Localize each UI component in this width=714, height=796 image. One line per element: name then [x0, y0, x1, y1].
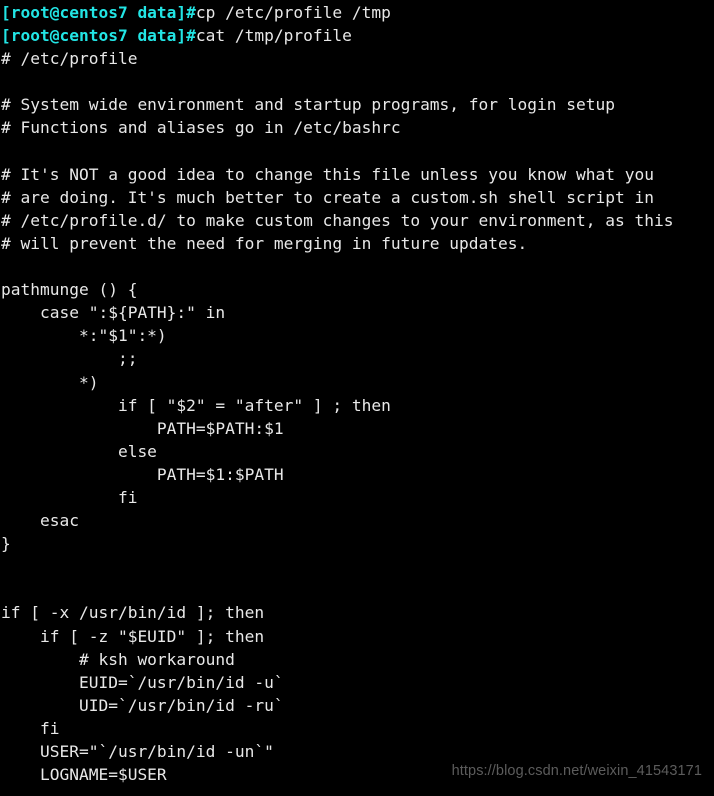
terminal-output-line: EUID=`/usr/bin/id -u`	[1, 672, 284, 692]
terminal-window[interactable]: [root@centos7 data]#cp /etc/profile /tmp…	[0, 0, 714, 796]
terminal-output-line: # ksh workaround	[1, 649, 235, 669]
terminal-output-line: # are doing. It's much better to create …	[1, 187, 654, 207]
terminal-output-line: }	[1, 534, 11, 554]
terminal-output-line: fi	[1, 718, 60, 738]
watermark-url: https://blog.csdn.net/weixin_41543171	[451, 763, 702, 779]
terminal-command-line: [root@centos7 data]#cat /tmp/profile	[0, 24, 714, 47]
terminal-output-line: USER="`/usr/bin/id -un`"	[1, 742, 274, 761]
terminal-output-line: UID=`/usr/bin/id -ru`	[1, 695, 284, 715]
shell-prompt: [root@centos7 data]#	[1, 26, 196, 46]
terminal-output-line: PATH=$PATH:$1	[1, 418, 284, 438]
terminal-output-line: # /etc/profile	[1, 49, 138, 69]
terminal-output-line: # Functions and aliases go in /etc/bashr…	[1, 118, 401, 138]
terminal-output-line: case ":${PATH}:" in	[1, 303, 226, 323]
terminal-output-line: ;;	[1, 349, 138, 369]
terminal-output-line: else	[1, 441, 157, 461]
shell-prompt: [root@centos7 data]#	[1, 3, 196, 22]
terminal-output-line: if [ -x /usr/bin/id ]; then	[1, 603, 265, 623]
terminal-output-line: fi	[1, 487, 138, 507]
terminal-output-line: # System wide environment and startup pr…	[1, 95, 615, 115]
terminal-output-line: if [ -z "$EUID" ]; then	[1, 626, 265, 646]
terminal-output-line: # It's NOT a good idea to change this fi…	[1, 164, 654, 184]
terminal-output-line: # /etc/profile.d/ to make custom changes…	[1, 210, 674, 230]
shell-command-text: cat /tmp/profile	[195, 26, 352, 46]
terminal-command-line: [root@centos7 data]#cp /etc/profile /tmp	[0, 0, 714, 24]
terminal-output-line: *)	[1, 372, 99, 392]
terminal-output-line: esac	[1, 511, 79, 531]
shell-command-text: cp /etc/profile /tmp	[195, 3, 391, 22]
terminal-output-line: pathmunge () {	[1, 280, 138, 300]
terminal-output-line: if [ "$2" = "after" ] ; then	[1, 395, 391, 415]
terminal-output-line: # will prevent the need for merging in f…	[1, 233, 528, 253]
terminal-output-line: PATH=$1:$PATH	[1, 464, 284, 484]
terminal-output-line: *:"$1":*)	[1, 326, 167, 346]
